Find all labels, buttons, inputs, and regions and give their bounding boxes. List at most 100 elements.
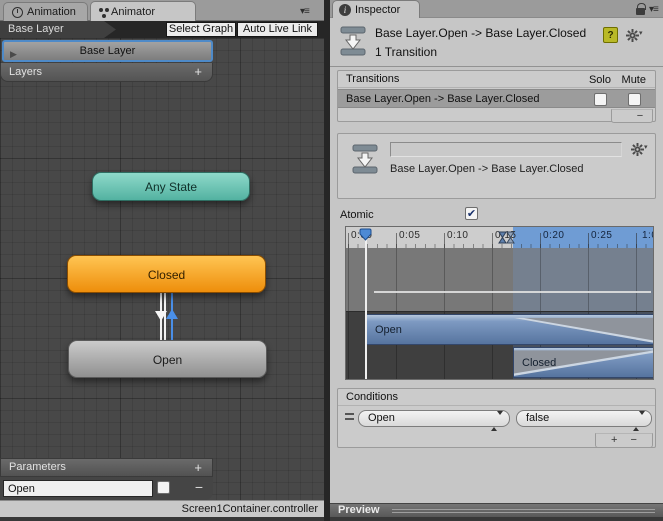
transition-gear-icon[interactable]: ▾ — [631, 143, 648, 159]
transition-name-input[interactable] — [390, 142, 622, 157]
preview-bar[interactable]: Preview — [330, 503, 663, 517]
conditions-minibar: + − — [595, 433, 653, 448]
layer-item-base-layer[interactable]: ▶ Base Layer — [2, 40, 213, 62]
transition-end-marker-icon[interactable] — [506, 231, 515, 244]
bottom-strip-left — [0, 517, 324, 521]
clip-bar-closed[interactable]: Closed — [513, 347, 653, 378]
condition-parameter-value: Open — [368, 412, 395, 424]
auto-live-link-button[interactable]: Auto Live Link — [237, 22, 318, 37]
inspector-title: Base Layer.Open -> Base Layer.Closed — [375, 26, 587, 40]
atomic-label: Atomic — [340, 209, 374, 221]
parameter-name-input[interactable] — [3, 480, 153, 497]
add-layer-button[interactable]: + — [194, 63, 202, 81]
remove-parameter-button[interactable]: − — [195, 479, 203, 495]
timeline-tick-label: 0:10 — [447, 230, 469, 241]
mute-column-label: Mute — [621, 74, 646, 86]
transition-list-row[interactable]: Base Layer.Open -> Base Layer.Closed — [338, 89, 655, 108]
parameter-row: − — [0, 477, 213, 500]
timeline-tick-label: 0:25 — [591, 230, 613, 241]
conditions-header: Conditions — [338, 389, 655, 406]
condition-drag-handle[interactable] — [345, 413, 354, 420]
playhead-marker-icon[interactable] — [359, 228, 372, 241]
animator-icon — [99, 7, 103, 12]
clock-icon — [12, 6, 23, 18]
select-graph-button[interactable]: Select Graph — [166, 22, 236, 37]
timeline-ruler[interactable]: 0:00 0:05 0:10 0:15 0:20 0:25 1:00 — [346, 227, 653, 248]
condition-value-dropdown[interactable]: false — [516, 410, 652, 431]
preview-drag-handle-icon — [392, 509, 655, 513]
timeline-tick-label: 1:00 — [642, 230, 653, 241]
tab-animator-label: Animator — [111, 5, 156, 18]
clip-bar-open[interactable]: Open — [366, 314, 653, 345]
node-open[interactable]: Open — [68, 340, 267, 378]
tab-animator[interactable]: Animator — [90, 1, 196, 21]
clip-closed-label: Closed — [522, 356, 557, 369]
tab-animation-label: Animation — [27, 6, 76, 18]
remove-transition-button[interactable]: − — [637, 110, 643, 122]
transition-icon — [340, 26, 366, 56]
condition-parameter-dropdown[interactable]: Open — [358, 410, 510, 431]
timeline-bars-area: Open Closed — [346, 311, 653, 379]
dropdown-arrows-icon — [633, 411, 645, 431]
add-condition-button[interactable]: + — [611, 434, 617, 446]
add-parameter-button[interactable]: + — [194, 459, 202, 476]
conditions-box: Conditions Open false + − — [337, 388, 656, 448]
transitions-header-label: Transitions — [346, 73, 400, 85]
bottom-strip-right — [330, 517, 663, 521]
parameter-value-checkbox[interactable] — [157, 481, 170, 494]
blend-out-wedge — [513, 317, 653, 343]
animator-panel: Animation Animator ▾≡ Base Layer Select … — [0, 0, 324, 521]
timeline-tick-label: 0:20 — [543, 230, 565, 241]
layers-header: Layers + — [0, 63, 213, 82]
node-closed[interactable]: Closed — [67, 255, 266, 293]
arrowhead-up-icon — [166, 309, 178, 319]
info-icon: i — [339, 3, 351, 16]
gear-caret-icon: ▾ — [644, 144, 648, 151]
blend-curve-line — [374, 291, 651, 293]
animator-toolbar: Base Layer Select Graph Auto Live Link — [0, 21, 324, 38]
controller-path-label: Screen1Container.controller — [181, 503, 318, 515]
clip-open-label: Open — [375, 323, 402, 336]
node-any-state[interactable]: Any State — [92, 172, 250, 201]
transition-detail-box: ▾ Base Layer.Open -> Base Layer.Closed — [337, 133, 656, 199]
inspector-panel: i Inspector ▾≡ Base Layer.Open -> Base L… — [330, 0, 663, 521]
state-machine-graph[interactable]: ▶ Base Layer Layers + Any State Closed O… — [0, 38, 324, 500]
help-icon[interactable]: ? — [603, 27, 618, 43]
breadcrumb[interactable]: Base Layer — [0, 21, 116, 38]
lock-icon[interactable] — [636, 3, 646, 15]
inspector-tabstrip: i Inspector ▾≡ — [330, 0, 663, 18]
conditions-header-label: Conditions — [346, 391, 398, 403]
transition-timeline[interactable]: 0:00 0:05 0:10 0:15 0:20 0:25 1:00 — [345, 226, 654, 380]
transition-row-label: Base Layer.Open -> Base Layer.Closed — [346, 93, 540, 105]
header-separator — [330, 66, 663, 67]
transition-icon — [352, 144, 378, 174]
timeline-grid — [346, 248, 653, 311]
solo-column-label: Solo — [588, 74, 611, 86]
timeline-tick-label: 0:05 — [399, 230, 421, 241]
gear-caret-icon: ▾ — [639, 30, 643, 37]
breadcrumb-label: Base Layer — [8, 23, 64, 35]
unity-editor: Animation Animator ▾≡ Base Layer Select … — [0, 0, 663, 521]
tab-inspector-label: Inspector — [355, 3, 401, 16]
dropdown-arrows-icon — [491, 411, 503, 431]
transitions-header: Transitions Solo Mute — [338, 71, 655, 88]
pane-menu-icon[interactable]: ▾≡ — [300, 6, 310, 17]
transitions-minibar: − — [611, 109, 653, 123]
timeline-curve-area[interactable] — [346, 248, 653, 311]
transitions-box: Transitions Solo Mute Base Layer.Open ->… — [337, 70, 656, 123]
animator-tabstrip: Animation Animator ▾≡ — [0, 0, 324, 21]
atomic-checkbox[interactable]: ✔ — [465, 207, 478, 220]
remove-condition-button[interactable]: − — [631, 434, 637, 446]
tab-inspector[interactable]: i Inspector — [332, 0, 420, 18]
transition-detail-label: Base Layer.Open -> Base Layer.Closed — [390, 163, 584, 175]
layers-header-label: Layers — [9, 66, 43, 78]
inspector-pane-menu-icon[interactable]: ▾≡ — [649, 4, 659, 15]
tab-animation[interactable]: Animation — [3, 2, 88, 21]
playhead-line[interactable] — [365, 239, 367, 379]
solo-checkbox[interactable] — [594, 93, 607, 106]
animator-status-bar: Screen1Container.controller — [0, 500, 324, 517]
parameters-header-label: Parameters — [9, 461, 66, 473]
mute-checkbox[interactable] — [628, 93, 641, 106]
gear-icon[interactable]: ▾ — [626, 29, 643, 45]
inspector-subtitle: 1 Transition — [375, 45, 438, 59]
